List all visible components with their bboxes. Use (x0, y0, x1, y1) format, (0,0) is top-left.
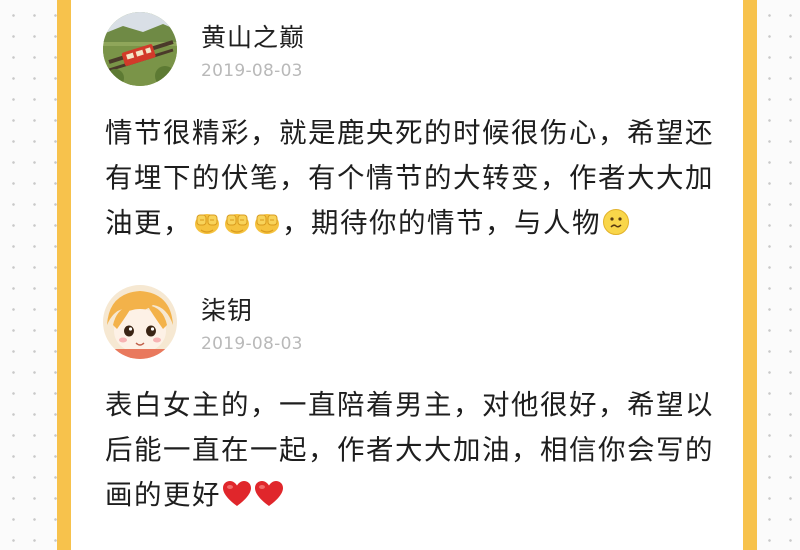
comment-date: 2019-08-03 (201, 61, 303, 81)
comment-date: 2019-08-03 (201, 334, 303, 354)
comment-text-segment: 画的更好 (105, 479, 221, 511)
comment-text-line: 画的更好 (105, 475, 285, 515)
comment-text-line: 有埋下的伏笔，有个情节的大转变，作者大大加 (105, 162, 714, 194)
username[interactable]: 柒钥 (201, 291, 253, 327)
fist-salute-icon (193, 208, 221, 236)
comment-text-line: 后能一直在一起，作者大大加油，相信你会写的 (105, 434, 714, 466)
comments-card: 黄山之巅 2019-08-03 情节很精彩，就是鹿央死的时候很伤心，希望还 有埋… (57, 0, 757, 550)
user-avatar[interactable] (103, 285, 177, 359)
comment-text-segment: ，期待你的情节，与人物 (282, 207, 601, 239)
red-heart-icon (222, 480, 252, 508)
fist-salute-icon (253, 208, 281, 236)
username[interactable]: 黄山之巅 (201, 18, 305, 54)
comment-text-segment: 油更， (105, 207, 192, 239)
comment-text-line: 情节很精彩，就是鹿央死的时候很伤心，希望还 (105, 117, 714, 149)
comment-text-line: 油更， ，期待你的情节，与人物 (105, 203, 631, 243)
confused-face-icon (602, 208, 630, 236)
user-avatar[interactable] (103, 12, 177, 86)
comment-text-line: 表白女主的，一直陪着男主，对他很好，希望以 (105, 389, 714, 421)
fist-salute-icon (223, 208, 251, 236)
red-heart-icon (254, 480, 284, 508)
